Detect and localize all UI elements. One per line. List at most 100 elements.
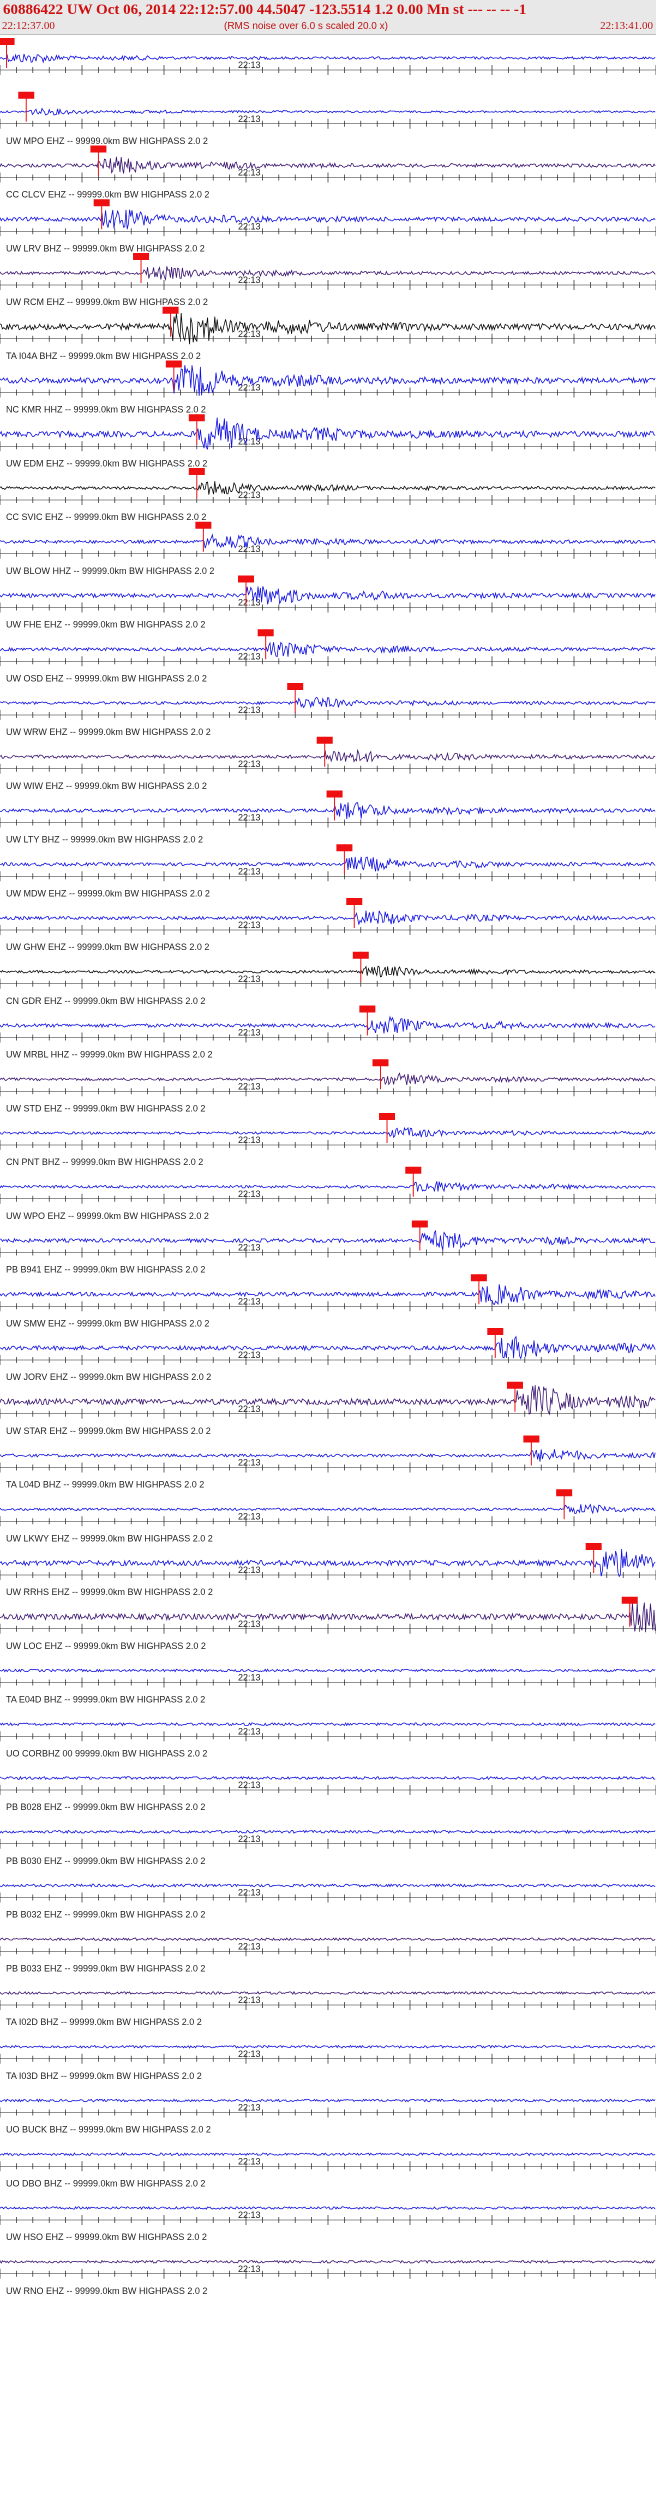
- pick-flag: [0, 38, 15, 45]
- station-label: UW STAR EHZ -- 99999.0km BW HIGHPASS 2.0…: [6, 1426, 211, 1436]
- station-label: UW JORV EHZ -- 99999.0km BW HIGHPASS 2.0…: [6, 1372, 211, 1382]
- trace-4: 22:13 UW RCM EHZ -- 99999.0km BW HIGHPASS…: [0, 253, 656, 307]
- trace-29: 22:13 UW LOC EHZ -- 99999.0km BW HIGHPASS…: [0, 1596, 656, 1651]
- station-label: UW MPO EHZ -- 99999.0km BW HIGHPASS 2.0 …: [6, 136, 208, 146]
- minute-label: 22:13: [238, 60, 261, 70]
- minute-label: 22:13: [238, 705, 261, 715]
- minute-label: 22:13: [238, 114, 261, 124]
- trace-25: 22:13 UW STAR EHZ -- 99999.0km BW HIGHPAS…: [0, 1381, 656, 1436]
- station-label: UW MDW EHZ -- 99999.0km BW HIGHPASS 2.0 …: [6, 888, 210, 898]
- waveform: [0, 696, 656, 709]
- minute-label: 22:13: [238, 275, 261, 285]
- station-label: UO DBO BHZ -- 99999.0km BW HIGHPASS 2.0 …: [6, 2178, 205, 2188]
- minute-label: 22:13: [238, 1296, 261, 1306]
- station-label: TA L04D BHZ -- 99999.0km BW HIGHPASS 2.0…: [6, 1480, 204, 1490]
- trace-37: 22:13 TA I03D BHZ -- 99999.0km BW HIGHPAS…: [0, 2044, 656, 2081]
- trace-41: 22:13 UW RNO EHZ -- 99999.0km BW HIGHPASS…: [0, 2259, 656, 2296]
- trace-22: 22:13 PB B941 EHZ -- 99999.0km BW HIGHPAS…: [0, 1220, 656, 1275]
- minute-label: 22:13: [238, 1189, 261, 1199]
- station-label: PB B033 EHZ -- 99999.0km BW HIGHPASS 2.0…: [6, 1963, 205, 1973]
- trace-30: 22:13 TA E04D BHZ -- 99999.0km BW HIGHPAS…: [0, 1668, 656, 1705]
- waveform: [0, 2206, 656, 2211]
- waveform: [0, 2259, 656, 2264]
- minute-label: 22:13: [238, 1673, 261, 1683]
- station-label: TA I02D BHZ -- 99999.0km BW HIGHPASS 2.0…: [6, 2017, 202, 2027]
- minute-label: 22:13: [238, 1135, 261, 1145]
- waveform: [0, 586, 656, 605]
- waveform: [0, 1385, 656, 1416]
- waveform: [0, 1722, 656, 1727]
- waveform: [0, 1181, 656, 1193]
- minute-label: 22:13: [238, 544, 261, 554]
- station-label: UW RRHS EHZ -- 99999.0km BW HIGHPASS 2.0…: [6, 1587, 213, 1597]
- minute-label: 22:13: [238, 651, 261, 661]
- trace-10: 22:13UW FHE EHZ -- 99999.0km BW HIGHPASS…: [0, 575, 656, 630]
- waveform: [0, 1829, 656, 1834]
- station-label: UW BLOW HHZ -- 99999.0km BW HIGHPASS 2.0…: [6, 566, 214, 576]
- waveform: [0, 965, 656, 978]
- minute-label: 22:13: [238, 1995, 261, 2005]
- station-label: CN GDR EHZ -- 99999.0km BW HIGHPASS 2.0 …: [6, 996, 205, 1006]
- trace-23: 22:13 UW SMW EHZ -- 99999.0km BW HIGHPASS…: [0, 1274, 656, 1328]
- waveform: [0, 266, 656, 282]
- station-label: UW SMW EHZ -- 99999.0km BW HIGHPASS 2.0 …: [6, 1318, 209, 1328]
- minute-label: 22:13: [238, 1619, 261, 1629]
- minute-label: 22:13: [238, 1028, 261, 1038]
- station-label: CC SVIC EHZ -- 99999.0km BW HIGHPASS 2.0…: [6, 512, 206, 522]
- station-label: UW HSO EHZ -- 99999.0km BW HIGHPASS 2.0 …: [6, 2232, 207, 2242]
- trace-5: 22:13 TA I04A BHZ -- 99999.0km BW HIGHPAS…: [0, 306, 656, 361]
- station-label: TA I03D BHZ -- 99999.0km BW HIGHPASS 2.0…: [6, 2071, 202, 2081]
- minute-label: 22:13: [238, 1458, 261, 1468]
- trace-8: 22:13 CC SVIC EHZ -- 99999.0km BW HIGHPAS…: [0, 468, 656, 522]
- waveform: [0, 1668, 656, 1673]
- trace-21: 22:13 UW WPO EHZ -- 99999.0km BW HIGHPASS…: [0, 1166, 656, 1221]
- trace-17: 22:13 CN GDR EHZ -- 99999.0km BW HIGHPASS…: [0, 951, 656, 1006]
- waveform: [0, 641, 656, 658]
- trace-0: 22:13: [0, 38, 656, 75]
- trace-6: 22:13NC KMR HHZ -- 99999.0km BW HIGHPASS…: [0, 360, 656, 415]
- minute-label: 22:13: [238, 920, 261, 930]
- waveform: [0, 2044, 656, 2049]
- station-label: UW STD EHZ -- 99999.0km BW HIGHPASS 2.0 …: [6, 1103, 205, 1113]
- waveform: [0, 856, 656, 872]
- station-label: PB B028 EHZ -- 99999.0km BW HIGHPASS 2.0…: [6, 1802, 205, 1812]
- waveform: [0, 1230, 656, 1250]
- station-label: UW WIW EHZ -- 99999.0km BW HIGHPASS 2.0 …: [6, 781, 207, 791]
- waveform: [0, 1449, 656, 1462]
- trace-35: 22:13 PB B033 EHZ -- 99999.0km BW HIGHPAS…: [0, 1937, 656, 1973]
- station-label: UW GHW EHZ -- 99999.0km BW HIGHPASS 2.0 …: [6, 942, 209, 952]
- minute-label: 22:13: [238, 2049, 261, 2059]
- station-label: PB B030 EHZ -- 99999.0km BW HIGHPASS 2.0…: [6, 1856, 205, 1866]
- waveform: [0, 1015, 656, 1034]
- station-label: UW LOC EHZ -- 99999.0km BW HIGHPASS 2.0 …: [6, 1641, 206, 1651]
- station-label: UO BUCK BHZ -- 99999.0km BW HIGHPASS 2.0…: [6, 2125, 211, 2135]
- waveform: [0, 209, 656, 230]
- trace-16: 22:13 UW GHW EHZ -- 99999.0km BW HIGHPASS…: [0, 898, 656, 952]
- waveform: [0, 2098, 656, 2103]
- waveform: [0, 533, 656, 549]
- minute-label: 22:13: [238, 1834, 261, 1844]
- trace-15: 22:13 UW MDW EHZ -- 99999.0km BW HIGHPASS…: [0, 844, 656, 898]
- waveform: [0, 1937, 656, 1942]
- station-label: UW WRW EHZ -- 99999.0km BW HIGHPASS 2.0 …: [6, 727, 211, 737]
- trace-26: 22:13 TA L04D BHZ -- 99999.0km BW HIGHPAS…: [0, 1435, 656, 1490]
- waveform: [0, 1126, 656, 1139]
- station-label: UW FHE EHZ -- 99999.0km BW HIGHPASS 2.0 …: [6, 620, 205, 630]
- trace-13: 22:13 UW WIW EHZ -- 99999.0km BW HIGHPASS…: [0, 736, 656, 791]
- minute-label: 22:13: [238, 813, 261, 823]
- station-label: UW RCM EHZ -- 99999.0km BW HIGHPASS 2.0 …: [6, 297, 208, 307]
- trace-14: 22:13 UW LTY BHZ -- 99999.0km BW HIGHPASS…: [0, 790, 656, 845]
- minute-label: 22:13: [238, 1565, 261, 1575]
- station-label: UW RNO EHZ -- 99999.0km BW HIGHPASS 2.0 …: [6, 2286, 207, 2296]
- trace-12: 22:13 UW WRW EHZ -- 99999.0km BW HIGHPASS…: [0, 683, 656, 737]
- minute-label: 22:13: [238, 974, 261, 984]
- waveform: [0, 1072, 656, 1086]
- minute-label: 22:13: [238, 1888, 261, 1898]
- waveform: [0, 748, 656, 763]
- waveform: [0, 802, 656, 820]
- minute-label: 22:13: [238, 759, 261, 769]
- trace-20: 22:13 CN PNT BHZ -- 99999.0km BW HIGHPASS…: [0, 1113, 656, 1167]
- minute-label: 22:13: [238, 2264, 261, 2274]
- station-label: CC CLCV EHZ -- 99999.0km BW HIGHPASS 2.0…: [6, 190, 209, 200]
- trace-11: 22:13 UW OSD EHZ -- 99999.0km BW HIGHPASS…: [0, 629, 656, 683]
